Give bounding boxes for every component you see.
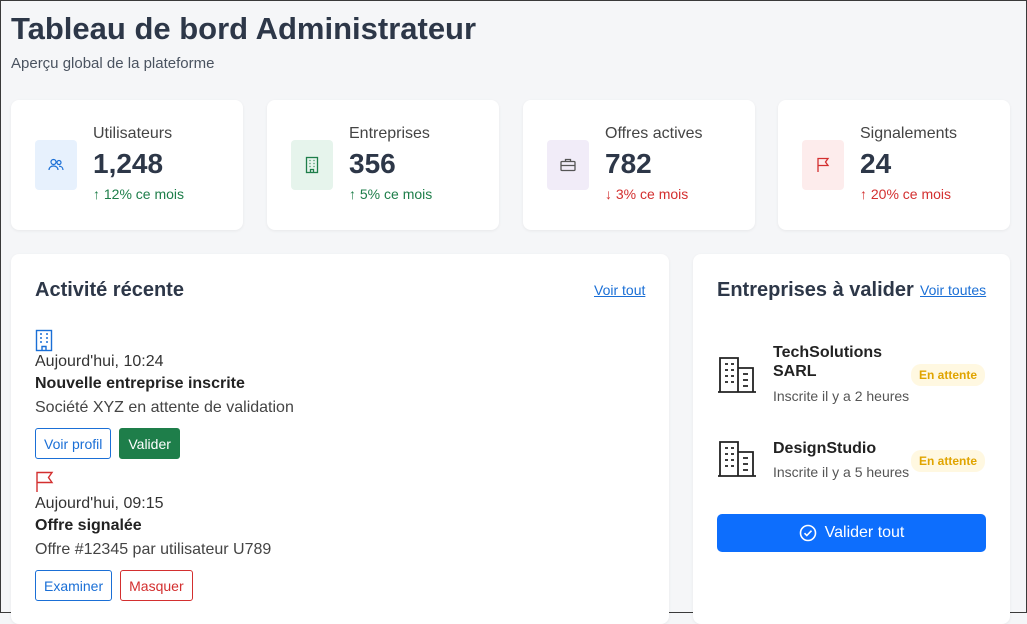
- stat-value: 24: [860, 148, 892, 179]
- check-circle-icon: [799, 524, 817, 542]
- building-icon: [717, 354, 757, 399]
- activity-title: Offre signalée: [35, 517, 142, 534]
- activity-description: Société XYZ en attente de validation: [35, 399, 294, 416]
- validate-all-label: Valider tout: [824, 524, 905, 541]
- stat-label: Utilisateurs: [93, 125, 173, 142]
- company-name: DesignStudio: [773, 440, 877, 457]
- stat-value: 1,248: [93, 148, 164, 179]
- company-item[interactable]: DesignStudio Inscrite il y a 5 heures En…: [717, 438, 987, 488]
- page-header: Tableau de bord Administrateur Aperçu gl…: [11, 9, 476, 72]
- activity-item: Aujourd'hui, 10:24 Nouvelle entreprise i…: [35, 329, 635, 459]
- company-registered-time: Inscrite il y a 5 heures: [773, 464, 910, 480]
- hide-button[interactable]: Masquer: [120, 570, 193, 601]
- stat-trend: ↑ 5% ce mois: [349, 186, 433, 202]
- activity-actions: Voir profil Valider: [35, 428, 635, 459]
- flag-icon: [802, 140, 844, 190]
- stat-label: Offres actives: [605, 125, 703, 142]
- activity-title: Nouvelle entreprise inscrite: [35, 375, 245, 392]
- recent-activity-title: Activité récente: [35, 279, 184, 301]
- recent-activity-panel: Activité récente Voir tout Aujourd'hui, …: [11, 254, 669, 624]
- stat-trend: ↑ 20% ce mois: [860, 186, 952, 202]
- flag-icon: [35, 471, 635, 495]
- stat-card-offers: Offres actives 782 ↓ 3% ce mois: [523, 100, 755, 230]
- review-button[interactable]: Examiner: [35, 570, 113, 601]
- activity-time: Aujourd'hui, 09:15: [35, 495, 164, 512]
- briefcase-icon: [547, 140, 589, 190]
- pending-companies-panel: Entreprises à valider Voir toutes TechSo…: [693, 254, 1010, 624]
- building-icon: [35, 329, 635, 353]
- view-profile-button[interactable]: Voir profil: [35, 428, 112, 459]
- building-icon: [717, 438, 757, 483]
- stat-value: 782: [605, 148, 652, 179]
- page-subtitle: Aperçu global de la plateforme: [11, 55, 215, 72]
- stat-card-reports: Signalements 24 ↑ 20% ce mois: [778, 100, 1010, 230]
- company-name: TechSolutions SARL: [773, 344, 883, 380]
- status-badge: En attente: [911, 364, 986, 386]
- stat-trend: ↓ 3% ce mois: [605, 186, 689, 202]
- activity-description: Offre #12345 par utilisateur U789: [35, 541, 272, 558]
- see-all-companies-link[interactable]: Voir toutes: [920, 282, 986, 298]
- see-all-activity-link[interactable]: Voir tout: [594, 282, 645, 298]
- stat-label: Entreprises: [349, 125, 430, 142]
- building-icon: [291, 140, 333, 190]
- company-registered-time: Inscrite il y a 2 heures: [773, 388, 910, 404]
- stat-label: Signalements: [860, 125, 957, 142]
- stats-row: Utilisateurs 1,248 ↑ 12% ce mois Entrepr…: [11, 100, 1010, 230]
- page-title: Tableau de bord Administrateur: [11, 11, 477, 46]
- stat-trend: ↑ 12% ce mois: [93, 186, 185, 202]
- activity-actions: Examiner Masquer: [35, 570, 635, 601]
- activity-time: Aujourd'hui, 10:24: [35, 353, 164, 370]
- status-badge: En attente: [911, 450, 986, 472]
- pending-companies-title: Entreprises à valider: [717, 279, 914, 301]
- stat-card-companies: Entreprises 356 ↑ 5% ce mois: [267, 100, 499, 230]
- users-icon: [35, 140, 77, 190]
- stat-value: 356: [349, 148, 396, 179]
- company-item[interactable]: TechSolutions SARL Inscrite il y a 2 heu…: [717, 342, 987, 412]
- validate-all-button[interactable]: Valider tout: [717, 514, 986, 552]
- activity-item: Aujourd'hui, 09:15 Offre signalée Offre …: [35, 471, 635, 601]
- validate-button[interactable]: Valider: [119, 428, 180, 459]
- stat-card-users: Utilisateurs 1,248 ↑ 12% ce mois: [11, 100, 243, 230]
